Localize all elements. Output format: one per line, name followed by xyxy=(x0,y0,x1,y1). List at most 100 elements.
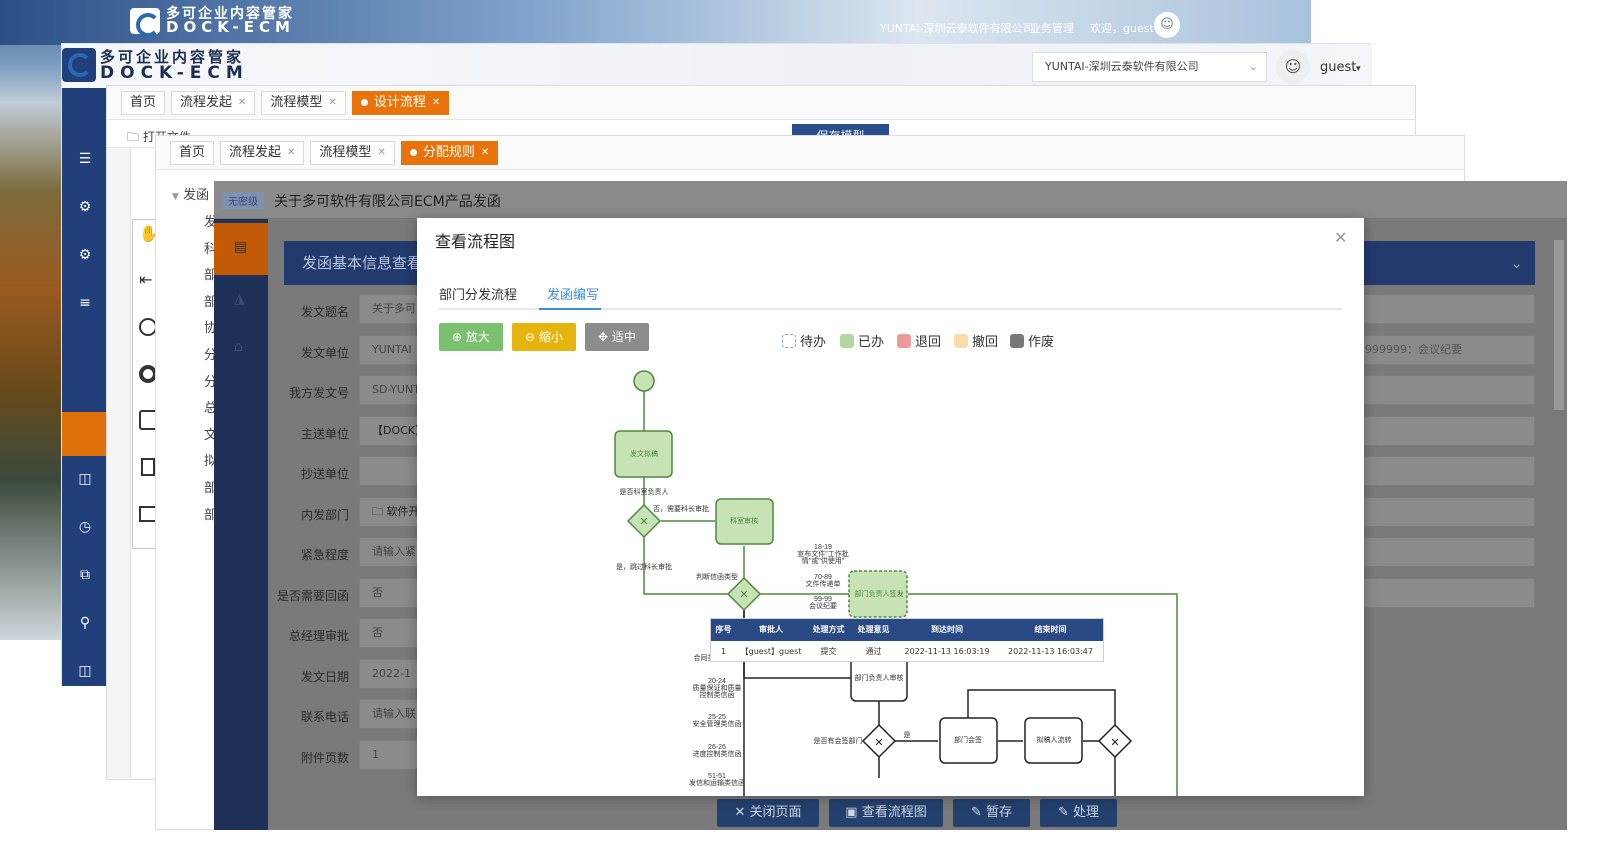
svg-text:进度控制类信函: 进度控制类信函 xyxy=(693,749,742,758)
process-button[interactable]: ✎ 处理 xyxy=(1040,799,1117,827)
field-input[interactable] xyxy=(359,456,419,486)
close-page-button[interactable]: ✕ 关闭页面 xyxy=(717,799,819,827)
svg-text:拟稿人流转: 拟稿人流转 xyxy=(1037,735,1072,744)
list-icon[interactable]: ☰ xyxy=(74,148,96,170)
svg-text:发文拟稿: 发文拟稿 xyxy=(630,449,658,458)
field-label: 我方发文号 xyxy=(288,386,349,400)
scrollbar-thumb[interactable] xyxy=(1554,240,1564,410)
right-field[interactable] xyxy=(1352,456,1535,486)
gear-icon[interactable]: ⚙ xyxy=(74,244,96,266)
field-input[interactable]: 2022-1 xyxy=(359,659,419,689)
tab-process-model[interactable]: 流程模型 ✕ xyxy=(310,140,395,165)
svg-text:控制类信函: 控制类信函 xyxy=(700,690,735,699)
outer-business-menu[interactable]: 业务管理 xyxy=(1030,20,1074,36)
svg-text:99-99: 99-99 xyxy=(814,596,832,603)
field-input[interactable]: 否 xyxy=(359,578,419,608)
field-input[interactable]: 1 xyxy=(359,740,419,770)
svg-text:是否科室负责人: 是否科室负责人 xyxy=(620,487,669,496)
outer-welcome: 欢迎，guest xyxy=(1090,22,1154,35)
layer4-tabbar: 首页 流程发起 ✕ 流程模型 ✕ 分配规则 ✕ xyxy=(156,136,1464,170)
user-name[interactable]: guest xyxy=(1320,60,1356,75)
user-avatar-icon[interactable]: ☺ xyxy=(1276,50,1310,84)
tab-process-start[interactable]: 流程发起 ✕ xyxy=(220,140,305,165)
book-icon[interactable]: ◫ xyxy=(74,660,96,682)
close-icon: ✕ xyxy=(480,146,490,158)
svg-text:判断信函类型: 判断信函类型 xyxy=(696,572,738,581)
svg-text:科室审核: 科室审核 xyxy=(730,516,758,525)
svg-text:发信和运输类信函: 发信和运输类信函 xyxy=(689,778,745,787)
brand-en: DOCK-ECM xyxy=(100,63,249,83)
svg-text:质量保证和质量: 质量保证和质量 xyxy=(693,683,742,692)
field-input[interactable]: SD-YUNT xyxy=(359,375,419,405)
start-event xyxy=(633,370,655,392)
view-flowchart-button[interactable]: ▣ 查看流程图 xyxy=(829,799,943,827)
svg-text:文件传递单: 文件传递单 xyxy=(806,579,841,588)
svg-text:宣布文件"工作批: 宣布文件"工作批 xyxy=(797,549,849,558)
field-input[interactable]: 请输入联 xyxy=(359,699,419,729)
flowchart-modal: 查看流程图 ✕ 部门分发流程 发函编写 ⊕ 放大 ⊖ 缩小 ✥ 适中 待办 已办… xyxy=(417,218,1364,796)
tab-process-start[interactable]: 流程发起 ✕ xyxy=(171,90,256,115)
right-field[interactable] xyxy=(1352,578,1535,608)
outer-logo: 多可企业内容管家 DOCK-ECM xyxy=(130,7,295,37)
right-field[interactable] xyxy=(1352,294,1535,324)
field-input[interactable]: YUNTAI xyxy=(359,335,419,365)
field-label: 内发部门 xyxy=(300,508,349,522)
svg-text:是否有会签部门: 是否有会签部门 xyxy=(814,736,863,745)
tab-home[interactable]: 首页 xyxy=(170,140,215,165)
user-menu-caret-icon[interactable]: ▾ xyxy=(1356,64,1361,74)
save-draft-button[interactable]: ✎ 暂存 xyxy=(953,799,1030,827)
menu-icon[interactable]: ≡ xyxy=(74,292,96,314)
tab-process-model[interactable]: 流程模型 ✕ xyxy=(261,90,346,115)
table-row: 1 【guest】guest 提交 通过 2022-11-13 16:03:19… xyxy=(720,647,1093,656)
close-icon: ✕ xyxy=(377,146,386,158)
svg-text:✕: ✕ xyxy=(1110,736,1119,749)
sidebar-active-item[interactable] xyxy=(62,412,108,456)
svg-text:是: 是 xyxy=(904,731,911,739)
svg-text:否，需要科长审批: 否，需要科长审批 xyxy=(653,504,709,513)
search-icon[interactable]: ⚲ xyxy=(74,612,96,634)
right-field[interactable] xyxy=(1352,375,1535,405)
right-field[interactable] xyxy=(1352,497,1535,527)
field-input[interactable]: 否 xyxy=(359,618,419,648)
svg-text:✕: ✕ xyxy=(739,588,748,601)
book-icon[interactable]: ◫ xyxy=(74,468,96,490)
field-input[interactable]: 【DOCK】 xyxy=(359,416,419,446)
layer3-tabbar: 首页 流程发起 ✕ 流程模型 ✕ 设计流程 ✕ xyxy=(107,86,1415,120)
clock-icon[interactable]: ◷ xyxy=(74,516,96,538)
logo-icon xyxy=(130,8,160,37)
close-icon: ✕ xyxy=(328,96,337,108)
task-icon[interactable] xyxy=(141,458,155,476)
field-label: 紧急程度 xyxy=(300,548,349,562)
user-avatar-icon[interactable]: ☺ xyxy=(1154,12,1180,38)
flowchart-diagram: ✕ ✕ ✕ ✕ 发文拟稿 科室审核 部门负责人签发 部门负责人审核 部门会签 拟… xyxy=(614,370,1178,796)
right-field[interactable] xyxy=(1352,537,1535,567)
field-label: 附件页数 xyxy=(300,751,349,765)
layer2-logo: 多可企业内容管家 DOCK-ECM xyxy=(62,48,249,82)
svg-text:情"或"供使用": 情"或"供使用" xyxy=(802,556,845,565)
svg-text:部门负责人审核: 部门负责人审核 xyxy=(855,673,904,682)
close-icon: ✕ xyxy=(287,146,296,158)
field-input[interactable]: 🗀 软件开发 xyxy=(359,497,419,527)
space-tool-icon[interactable]: ⇤ xyxy=(139,270,152,289)
tab-assign-rules[interactable]: 分配规则 ✕ xyxy=(400,140,499,165)
svg-text:25-25: 25-25 xyxy=(708,714,726,721)
approval-table: 序号 审批人 处理方式 处理意见 到达时间 结束时间 1 【guest】gues… xyxy=(710,618,1104,662)
outer-header: 多可企业内容管家 DOCK-ECM YUNTAI-深圳云泰软件有限公司 业务管理… xyxy=(130,6,1310,42)
right-field[interactable] xyxy=(1352,416,1535,446)
tree-root[interactable]: ▼ 发函 xyxy=(172,184,209,203)
right-field-meeting[interactable]: 999999：会议纪要 xyxy=(1352,335,1535,365)
caret-down-icon: ▼ xyxy=(172,192,179,202)
field-label: 发文题名 xyxy=(300,305,349,319)
svg-text:26-26: 26-26 xyxy=(708,744,726,751)
company-select[interactable]: YUNTAI-深圳云泰软件有限公司 ⌄ xyxy=(1032,52,1267,82)
tab-design-process[interactable]: 设计流程 ✕ xyxy=(351,90,450,115)
tab-home[interactable]: 首页 xyxy=(121,90,166,115)
brand-en: DOCK-ECM xyxy=(166,18,295,36)
gear-icon[interactable]: ⚙ xyxy=(74,196,96,218)
outer-company[interactable]: YUNTAI-深圳云泰软件有限公司 xyxy=(880,20,1034,36)
field-input[interactable]: 关于多可 xyxy=(359,294,419,324)
field-input[interactable]: 请输入紧 xyxy=(359,537,419,567)
svg-text:✕: ✕ xyxy=(874,736,883,749)
copy-icon[interactable]: ⧉ xyxy=(74,564,96,586)
svg-text:20-24: 20-24 xyxy=(708,678,726,685)
